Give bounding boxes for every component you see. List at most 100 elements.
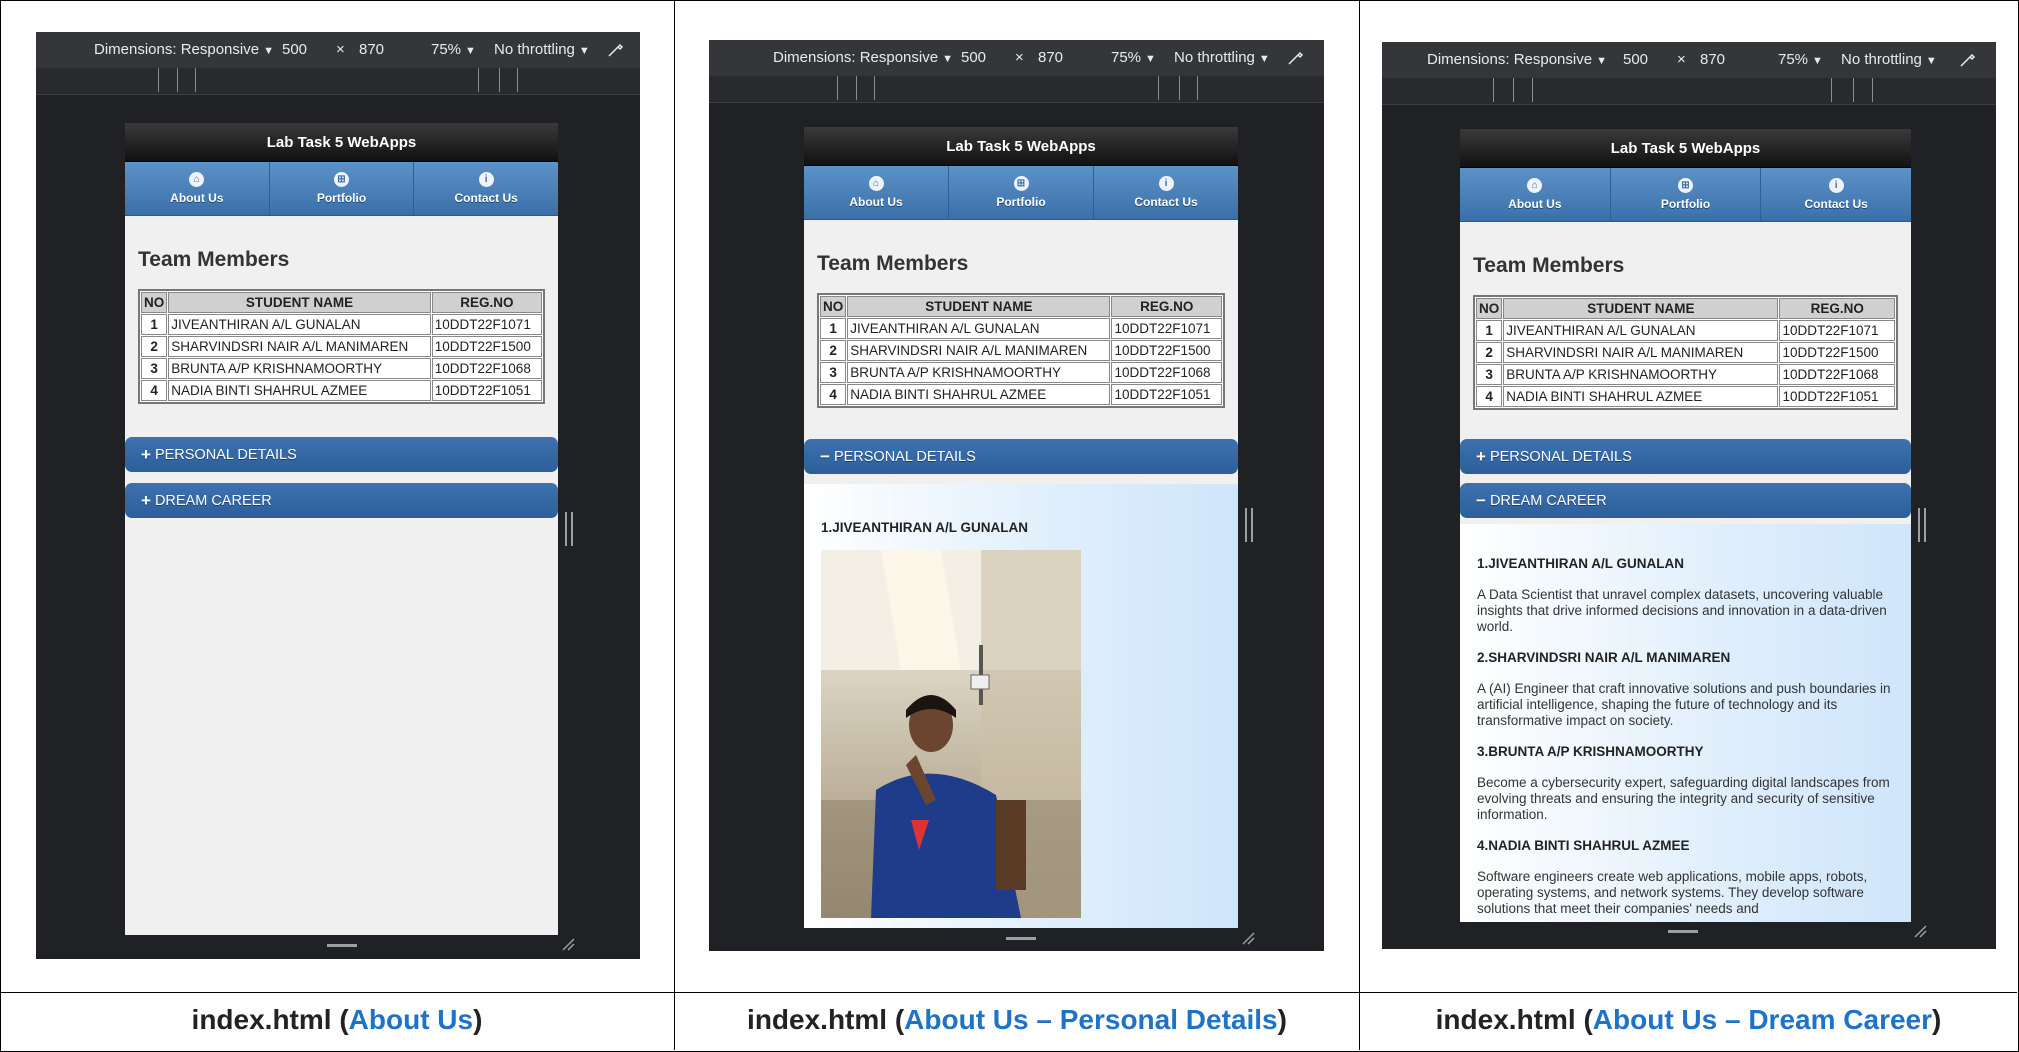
nav-contact-us[interactable]: i Contact Us xyxy=(414,162,558,215)
eyedropper-icon[interactable] xyxy=(1287,48,1305,66)
personal-details-toggle[interactable]: + PERSONAL DETAILS xyxy=(1460,439,1911,474)
bottom-resize-handle[interactable] xyxy=(1006,937,1036,940)
device-toolbar: Dimensions: Responsive ▼ 500 × 870 75% ▼ N… xyxy=(1382,42,1996,78)
throttling-dropdown[interactable]: No throttling ▼ xyxy=(1841,51,1937,68)
table-row: 2 SHARVINDSRI NAIR A/L MANIMAREN 10DDT22F1… xyxy=(141,336,542,357)
caption-personal-details: index.html (About Us – Personal Details) xyxy=(747,1004,1287,1035)
members-table: NO STUDENT NAME REG.NO 1 JIVEANTHIRAN A/L G… xyxy=(138,289,545,404)
zoom-dropdown[interactable]: 75% ▼ xyxy=(1778,51,1823,68)
dimensions-dropdown[interactable]: Dimensions: Responsive ▼ xyxy=(1427,51,1607,68)
career-text: A (AI) Engineer that craft innovative so… xyxy=(1477,681,1891,728)
mobile-viewport: Lab Task 5 WebApps ⌂ About Us ⊞ Portfolio … xyxy=(125,123,558,935)
nav-contact-us[interactable]: i Contact Us xyxy=(1761,168,1911,221)
table-row: 4 NADIA BINTI SHAHRUL AZMEE 10DDT22F1051 xyxy=(820,384,1222,405)
career-name: 2.SHARVINDSRI NAIR A/L MANIMAREN xyxy=(1477,650,1731,665)
nav-contact-us[interactable]: i Contact Us xyxy=(1094,166,1238,219)
member-photo xyxy=(821,550,1081,918)
nav-about-us[interactable]: ⌂ About Us xyxy=(125,162,270,215)
table-row: 1 JIVEANTHIRAN A/L GUNALAN 10DDT22F1071 xyxy=(1476,320,1895,341)
media-query-ruler xyxy=(709,76,1324,103)
table-row: 1 JIVEANTHIRAN A/L GUNALAN 10DDT22F1071 xyxy=(141,314,542,335)
zoom-dropdown[interactable]: 75% ▼ xyxy=(1111,49,1156,66)
app-header: Lab Task 5 WebApps xyxy=(1460,129,1911,168)
nav-portfolio[interactable]: ⊞ Portfolio xyxy=(949,166,1094,219)
nav-portfolio[interactable]: ⊞ Portfolio xyxy=(270,162,415,215)
table-row: 4 NADIA BINTI SHAHRUL AZMEE 10DDT22F1051 xyxy=(1476,386,1895,407)
dream-career-panel: 1.JIVEANTHIRAN A/L GUNALAN A Data Scient… xyxy=(1460,524,1911,922)
home-icon: ⌂ xyxy=(1527,178,1543,193)
eyedropper-icon[interactable] xyxy=(607,40,625,58)
zoom-dropdown[interactable]: 75% ▼ xyxy=(431,41,476,58)
grid-icon: ⊞ xyxy=(334,172,349,187)
team-title: Team Members xyxy=(817,252,969,275)
app-header: Lab Task 5 WebApps xyxy=(125,123,558,162)
caption-dream-career: index.html (About Us – Dream Career) xyxy=(1435,1004,1942,1035)
width-input[interactable]: 500 xyxy=(282,41,307,58)
table-row: 3 BRUNTA A/P KRISHNAMOORTHY 10DDT22F1068 xyxy=(141,358,542,379)
bottom-resize-handle[interactable] xyxy=(327,944,357,947)
height-input[interactable]: 870 xyxy=(1038,49,1063,66)
eyedropper-icon[interactable] xyxy=(1959,50,1977,68)
info-icon: i xyxy=(1158,176,1174,191)
members-table: NO STUDENT NAME REG.NO 1 JIVEANTHIRAN A/L G… xyxy=(817,293,1225,408)
caption-link: About Us xyxy=(348,1004,474,1035)
corner-resize-icon[interactable] xyxy=(561,937,575,951)
corner-resize-icon[interactable] xyxy=(1241,931,1255,945)
grid-icon: ⊞ xyxy=(1013,176,1029,191)
table-header-row: NO STUDENT NAME REG.NO xyxy=(141,292,542,313)
media-query-ruler xyxy=(36,68,640,95)
career-name: 1.JIVEANTHIRAN A/L GUNALAN xyxy=(1477,556,1685,571)
personal-details-toggle[interactable]: − PERSONAL DETAILS xyxy=(804,439,1238,474)
side-resize-handle[interactable] xyxy=(1918,508,1926,542)
caption-about-us: index.html (About Us) xyxy=(191,1004,483,1035)
team-title: Team Members xyxy=(1473,254,1625,277)
mobile-viewport: Lab Task 5 WebApps ⌂ About Us ⊞ Portfolio … xyxy=(804,127,1238,928)
dream-career-toggle[interactable]: + DREAM CAREER xyxy=(125,483,558,518)
table-row: 3 BRUNTA A/P KRISHNAMOORTHY 10DDT22F1068 xyxy=(1476,364,1895,385)
nav-bar: ⌂ About Us ⊞ Portfolio i Contact Us xyxy=(1460,168,1911,222)
info-icon: i xyxy=(1828,178,1844,193)
info-icon: i xyxy=(478,172,494,187)
caption-link: About Us – Personal Details xyxy=(904,1004,1278,1035)
side-resize-handle[interactable] xyxy=(1245,508,1253,542)
personal-details-toggle[interactable]: + PERSONAL DETAILS xyxy=(125,437,558,472)
device-toolbar: Dimensions: Responsive ▼ 500 × 870 75% ▼ N… xyxy=(709,40,1324,76)
nav-bar: ⌂ About Us ⊞ Portfolio i Contact Us xyxy=(125,162,558,216)
devtools-screenshot-dream-career: Dimensions: Responsive ▼ 500 × 870 75% ▼ N… xyxy=(1382,42,1996,949)
table-row: 2 SHARVINDSRI NAIR A/L MANIMAREN 10DDT22F1… xyxy=(820,340,1222,361)
nav-about-us[interactable]: ⌂ About Us xyxy=(1460,168,1611,221)
nav-portfolio[interactable]: ⊞ Portfolio xyxy=(1611,168,1762,221)
media-query-ruler xyxy=(1382,78,1996,105)
career-name: 4.NADIA BINTI SHAHRUL AZMEE xyxy=(1477,838,1690,853)
dream-career-toggle[interactable]: − DREAM CAREER xyxy=(1460,483,1911,518)
side-resize-handle[interactable] xyxy=(565,512,573,546)
dimensions-dropdown[interactable]: Dimensions: Responsive ▼ xyxy=(773,49,953,66)
bottom-resize-handle[interactable] xyxy=(1668,930,1698,933)
member-heading: 1.JIVEANTHIRAN A/L GUNALAN xyxy=(821,520,1029,535)
table-row: 1 JIVEANTHIRAN A/L GUNALAN 10DDT22F1071 xyxy=(820,318,1222,339)
table-row: 2 SHARVINDSRI NAIR A/L MANIMAREN 10DDT22F1… xyxy=(1476,342,1895,363)
device-toolbar: Dimensions: Responsive ▼ 500 × 870 75% ▼ N… xyxy=(36,32,640,68)
times-sign: × xyxy=(336,41,345,58)
height-input[interactable]: 870 xyxy=(1700,51,1725,68)
throttling-dropdown[interactable]: No throttling ▼ xyxy=(494,41,590,58)
table-header-row: NO STUDENT NAME REG.NO xyxy=(1476,298,1895,319)
column-divider xyxy=(674,0,675,1050)
width-input[interactable]: 500 xyxy=(1623,51,1648,68)
throttling-dropdown[interactable]: No throttling ▼ xyxy=(1174,49,1270,66)
nav-about-us[interactable]: ⌂ About Us xyxy=(804,166,949,219)
table-row: 3 BRUNTA A/P KRISHNAMOORTHY 10DDT22F1068 xyxy=(820,362,1222,383)
team-title: Team Members xyxy=(138,248,290,271)
grid-icon: ⊞ xyxy=(1678,178,1693,193)
home-icon: ⌂ xyxy=(868,176,884,191)
person-photo-illustration xyxy=(821,550,1081,918)
table-row: 4 NADIA BINTI SHAHRUL AZMEE 10DDT22F1051 xyxy=(141,380,542,401)
caption-divider xyxy=(0,992,2017,993)
career-text: Software engineers create web applicatio… xyxy=(1477,869,1868,916)
height-input[interactable]: 870 xyxy=(359,41,384,58)
width-input[interactable]: 500 xyxy=(961,49,986,66)
dimensions-dropdown[interactable]: Dimensions: Responsive ▼ xyxy=(94,41,274,58)
corner-resize-icon[interactable] xyxy=(1913,924,1927,938)
career-text: Become a cybersecurity expert, safeguard… xyxy=(1477,775,1890,822)
career-text: A Data Scientist that unravel complex da… xyxy=(1477,587,1887,634)
